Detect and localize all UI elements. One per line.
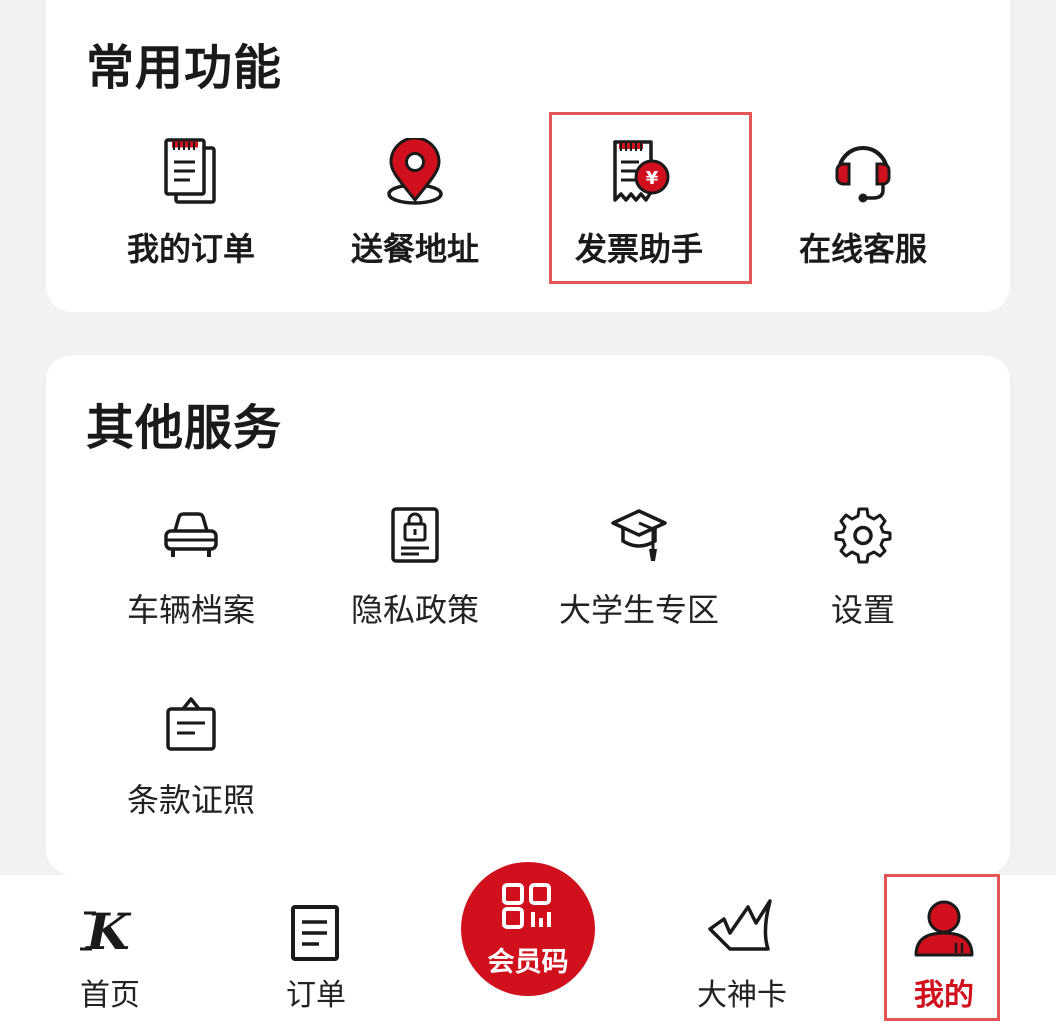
other-services-card: 其他服务 车辆档案 隐私政策 大学生专区 设置 条款证照 xyxy=(46,355,1010,875)
crown-icon xyxy=(708,899,772,951)
my-orders-item[interactable]: 我的订单 xyxy=(78,138,304,270)
license-icon xyxy=(166,697,216,751)
online-service-item[interactable]: 在线客服 xyxy=(750,138,976,270)
tab-home[interactable]: K 首页 xyxy=(62,875,158,1027)
brand-k-icon: K xyxy=(80,905,132,959)
orders-icon xyxy=(164,138,216,204)
settings-label: 设置 xyxy=(830,591,895,629)
terms-licenses-item[interactable]: 条款证照 xyxy=(78,695,304,821)
location-pin-icon xyxy=(387,138,443,205)
online-service-label: 在线客服 xyxy=(798,230,927,268)
privacy-policy-label: 隐私政策 xyxy=(350,591,479,629)
invoice-assistant-item[interactable]: ¥ 发票助手 xyxy=(526,138,752,270)
user-profile-icon xyxy=(914,900,974,957)
tab-mine-label: 我的 xyxy=(914,978,974,1013)
other-services-title: 其他服务 xyxy=(86,400,283,456)
gear-icon xyxy=(834,507,892,564)
delivery-address-item[interactable]: 送餐地址 xyxy=(302,138,528,270)
tab-vip-card[interactable]: 大神卡 xyxy=(682,875,802,1027)
graduation-cap-icon xyxy=(611,509,667,561)
settings-item[interactable]: 设置 xyxy=(750,505,976,631)
tab-mine[interactable]: 我的 xyxy=(896,875,992,1027)
tab-orders[interactable]: 订单 xyxy=(268,875,364,1027)
vehicle-profile-item[interactable]: 车辆档案 xyxy=(78,505,304,631)
common-functions-card: 常用功能 我的订单 送餐地址 ¥ 发票助手 在线客服 xyxy=(46,0,1010,312)
privacy-policy-item[interactable]: 隐私政策 xyxy=(302,505,528,631)
student-zone-label: 大学生专区 xyxy=(558,591,719,629)
tab-vip-card-label: 大神卡 xyxy=(697,978,787,1013)
student-zone-item[interactable]: 大学生专区 xyxy=(526,505,752,631)
qr-code-icon xyxy=(502,883,551,929)
privacy-lock-icon xyxy=(391,507,439,563)
delivery-address-label: 送餐地址 xyxy=(350,230,479,268)
svg-text:¥: ¥ xyxy=(646,168,659,189)
common-functions-title: 常用功能 xyxy=(86,40,283,96)
headset-icon xyxy=(835,146,891,203)
order-list-icon xyxy=(291,905,339,961)
tab-orders-label: 订单 xyxy=(286,978,346,1013)
vehicle-profile-label: 车辆档案 xyxy=(126,591,255,629)
car-icon xyxy=(164,512,218,557)
member-code-button[interactable]: 会员码 xyxy=(461,862,595,996)
tab-home-label: 首页 xyxy=(80,978,140,1013)
terms-licenses-label: 条款证照 xyxy=(126,781,255,819)
member-code-label: 会员码 xyxy=(487,947,569,978)
my-orders-label: 我的订单 xyxy=(126,230,255,268)
invoice-icon: ¥ xyxy=(613,140,670,202)
invoice-assistant-label: 发票助手 xyxy=(574,230,703,268)
